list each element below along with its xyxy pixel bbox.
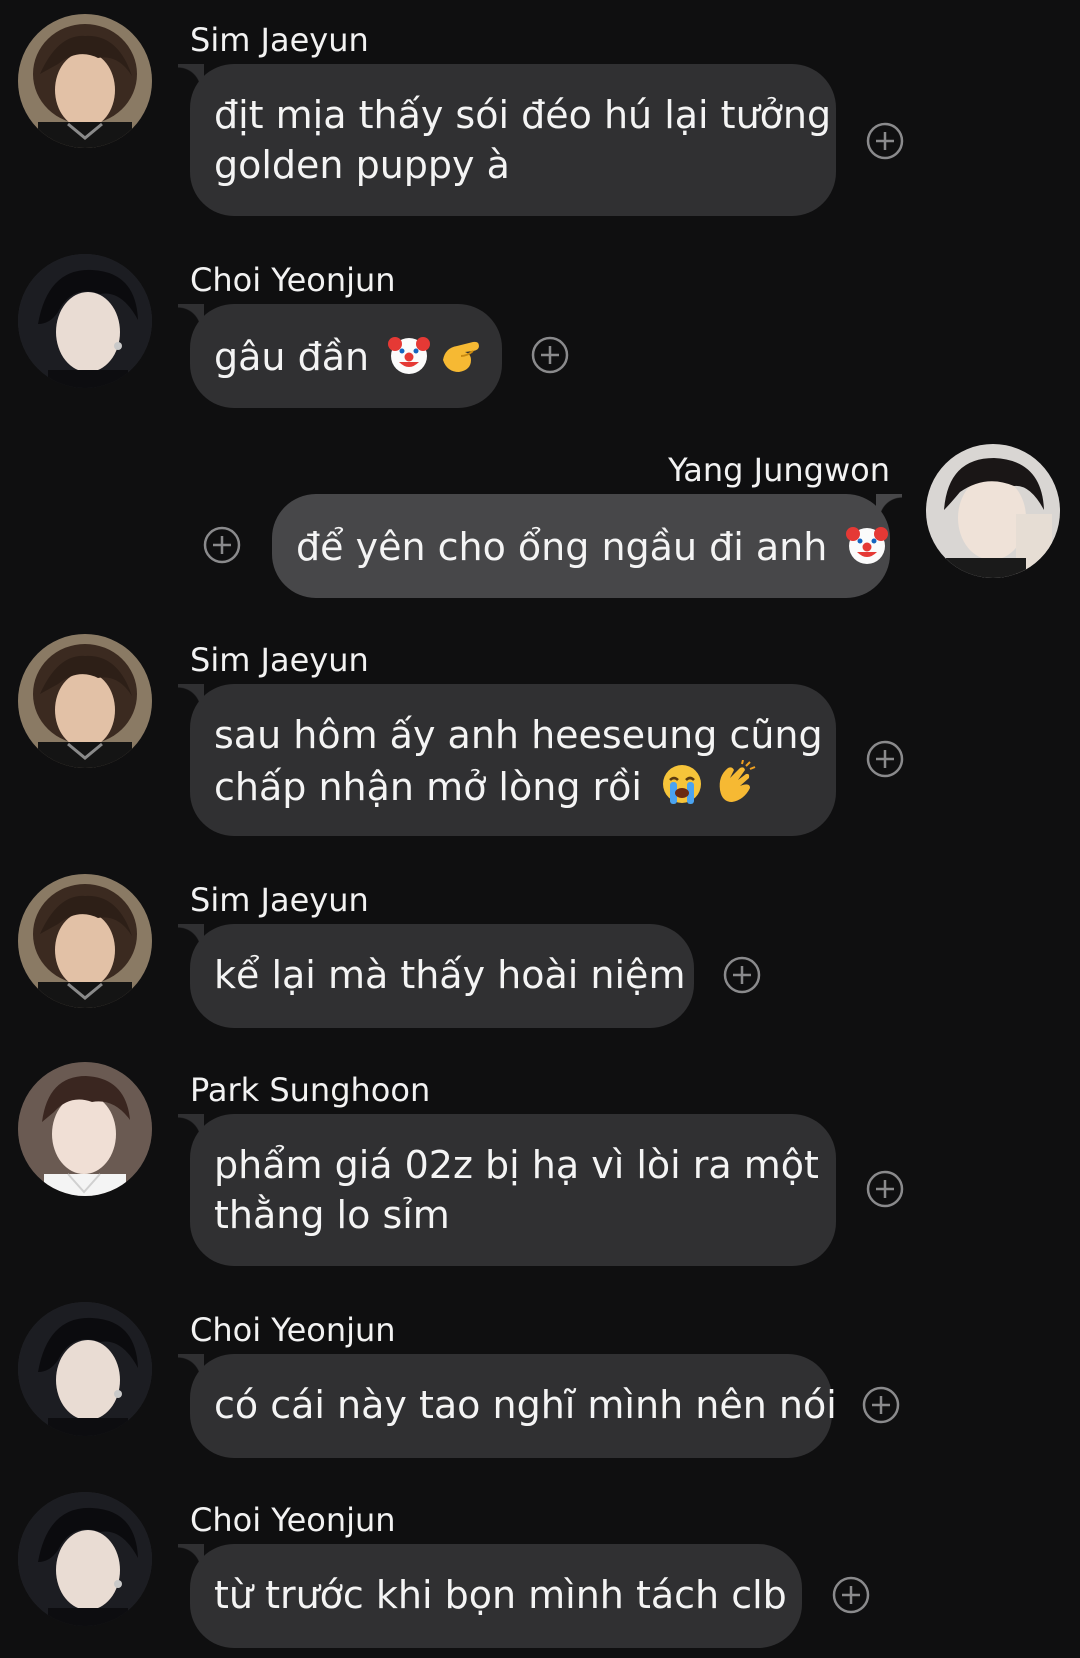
message-bubble[interactable]: có cái này tao nghĩ mình nên nói [178, 1354, 837, 1458]
message-row: Choi Yeonjun gâu đần [0, 230, 1080, 420]
sender-name: Sim Jaeyun [190, 21, 369, 59]
sender-name: Park Sunghoon [190, 1071, 431, 1109]
plus-circle-icon[interactable] [723, 956, 761, 994]
avatar[interactable] [18, 14, 152, 148]
message-bubble[interactable]: địt mịa thấy sói đéo hú lại tưởng golden… [178, 64, 836, 216]
plus-circle-icon[interactable] [832, 1576, 870, 1614]
message-bubble[interactable]: kể lại mà thấy hoài niệm [178, 924, 694, 1028]
message-text-line: kể lại mà thấy hoài niệm [214, 953, 686, 997]
message-row: Yang Jungwon để yên cho ổng ngầu đi anh [0, 420, 1080, 610]
message-row: Sim Jaeyun sau hôm ấy anh heeseung cũng … [0, 610, 1080, 850]
sender-name: Choi Yeonjun [190, 1501, 396, 1539]
plus-circle-icon[interactable] [866, 740, 904, 778]
clown-face-emoji [385, 330, 433, 378]
message-text-line: chấp nhận mở lòng rồi [214, 765, 655, 809]
avatar[interactable] [926, 444, 1060, 578]
avatar[interactable] [18, 874, 152, 1008]
plus-circle-icon[interactable] [203, 526, 241, 564]
message-bubble[interactable]: phẩm giá 02z bị hạ vì lòi ra một thằng l… [178, 1114, 836, 1266]
avatar[interactable] [18, 634, 152, 768]
sender-name: Yang Jungwon [668, 451, 890, 489]
sender-name: Choi Yeonjun [190, 261, 396, 299]
loudly-crying-face-emoji [658, 760, 706, 808]
plus-circle-icon[interactable] [862, 1386, 900, 1424]
sender-name: Choi Yeonjun [190, 1311, 396, 1349]
clapping-hands-emoji [710, 760, 758, 808]
pinching-hand-emoji [437, 330, 485, 378]
message-text-line: sau hôm ấy anh heeseung cũng [214, 713, 823, 757]
message-text-line: phẩm giá 02z bị hạ vì lòi ra một [214, 1143, 819, 1187]
message-bubble[interactable]: để yên cho ổng ngầu đi anh [272, 494, 902, 598]
message-bubble[interactable]: từ trước khi bọn mình tách clb [178, 1544, 802, 1648]
clown-face-emoji [843, 520, 891, 568]
sender-name: Sim Jaeyun [190, 641, 369, 679]
message-row: Choi Yeonjun có cái này tao nghĩ mình nê… [0, 1280, 1080, 1470]
message-bubble[interactable]: sau hôm ấy anh heeseung cũng chấp nhận m… [178, 684, 836, 836]
avatar[interactable] [18, 1492, 152, 1626]
message-text-line: có cái này tao nghĩ mình nên nói [214, 1383, 837, 1427]
message-bubble[interactable]: gâu đần [178, 304, 502, 408]
message-text-line: thằng lo sỉm [214, 1193, 450, 1237]
message-row: Choi Yeonjun từ trước khi bọn mình tách … [0, 1470, 1080, 1658]
plus-circle-icon[interactable] [866, 122, 904, 160]
plus-circle-icon[interactable] [866, 1170, 904, 1208]
plus-circle-icon[interactable] [531, 336, 569, 374]
message-text-line: gâu đần [214, 335, 382, 379]
message-text-line: để yên cho ổng ngầu đi anh [296, 525, 840, 569]
message-text-line: địt mịa thấy sói đéo hú lại tưởng [214, 93, 832, 137]
avatar[interactable] [18, 1062, 152, 1196]
message-row: Sim Jaeyun kể lại mà thấy hoài niệm [0, 850, 1080, 1040]
message-row: Sim Jaeyun địt mịa thấy sói đéo hú lại t… [0, 0, 1080, 230]
sender-name: Sim Jaeyun [190, 881, 369, 919]
avatar[interactable] [18, 254, 152, 388]
message-text-line: golden puppy à [214, 143, 510, 187]
message-text-line: từ trước khi bọn mình tách clb [214, 1573, 787, 1617]
avatar[interactable] [18, 1302, 152, 1436]
message-row: Park Sunghoon phẩm giá 02z bị hạ vì lòi … [0, 1040, 1080, 1280]
